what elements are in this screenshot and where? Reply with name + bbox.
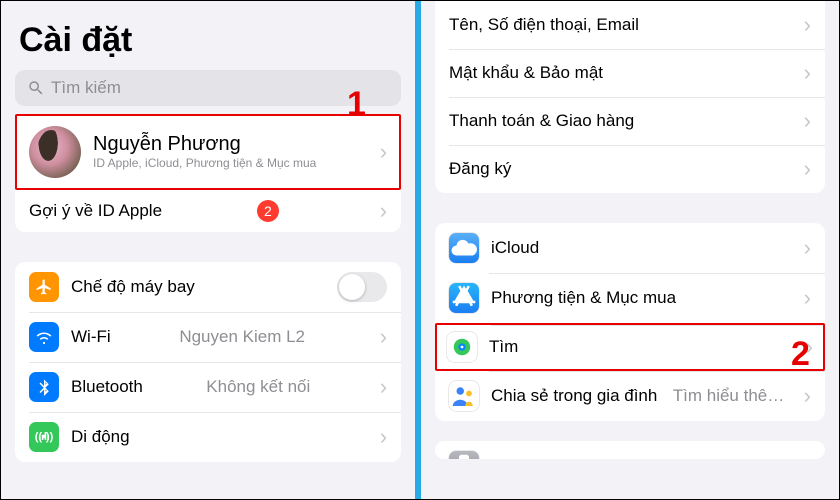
bluetooth-value: Không kết nối [206, 377, 310, 397]
profile-row[interactable]: Nguyễn Phương ID Apple, iCloud, Phương t… [15, 114, 401, 190]
password-security-row[interactable]: Mật khẩu & Bảo mật › [435, 49, 825, 97]
chevron-right-icon: › [804, 14, 811, 36]
chevron-right-icon: › [380, 141, 387, 163]
notification-badge: 2 [257, 200, 279, 222]
wifi-icon [29, 322, 59, 352]
page-title: Cài đặt [19, 21, 401, 60]
search-icon [27, 79, 45, 97]
chevron-right-icon: › [804, 385, 811, 407]
services-group: iCloud › Phương tiện & Mục mua › Tìm › [435, 223, 825, 421]
search-input[interactable]: Tìm kiếm [15, 70, 401, 106]
subscriptions-row[interactable]: Đăng ký › [435, 145, 825, 193]
payment-shipping-row[interactable]: Thanh toán & Giao hàng › [435, 97, 825, 145]
device-icon [449, 451, 479, 459]
family-sharing-row[interactable]: Chia sẻ trong gia đình Tìm hiểu thê… › [435, 371, 825, 421]
cellular-label: Di động [71, 427, 130, 447]
apple-id-label: Gợi ý về ID Apple [29, 201, 162, 221]
wifi-row[interactable]: Wi-Fi Nguyen Kiem L2 › [15, 312, 401, 362]
avatar [29, 126, 81, 178]
bluetooth-label: Bluetooth [71, 377, 143, 397]
cellular-icon: ((•)) [29, 422, 59, 452]
chevron-right-icon: › [804, 158, 811, 180]
bluetooth-row[interactable]: Bluetooth Không kết nối › [15, 362, 401, 412]
wifi-label: Wi-Fi [71, 327, 111, 347]
find-my-row[interactable]: Tìm › [435, 323, 825, 371]
airplane-toggle[interactable] [337, 272, 387, 302]
chevron-right-icon: › [804, 287, 811, 309]
chevron-right-icon: › [804, 62, 811, 84]
family-value: Tìm hiểu thê… [673, 386, 785, 406]
settings-group-connectivity: Chế độ máy bay Wi-Fi Nguyen Kiem L2 › Bl… [15, 262, 401, 462]
annotation-step-2: 2 [791, 335, 810, 374]
icloud-row[interactable]: iCloud › [435, 223, 825, 273]
find-my-icon [447, 332, 477, 362]
settings-right-panel: Tên, Số điện thoại, Email › Mật khẩu & B… [421, 1, 839, 499]
icloud-icon [449, 233, 479, 263]
chevron-right-icon: › [380, 376, 387, 398]
search-placeholder: Tìm kiếm [51, 78, 121, 98]
profile-name: Nguyễn Phương [93, 133, 316, 156]
chevron-right-icon: › [380, 426, 387, 448]
airplane-label: Chế độ máy bay [71, 277, 195, 297]
apple-id-suggestions-row[interactable]: Gợi ý về ID Apple 2 › [15, 189, 401, 232]
chevron-right-icon: › [804, 110, 811, 132]
wifi-value: Nguyen Kiem L2 [179, 327, 305, 347]
name-phone-email-row[interactable]: Tên, Số điện thoại, Email › [435, 1, 825, 49]
app-store-icon [449, 283, 479, 313]
profile-subtitle: ID Apple, iCloud, Phương tiện & Mục mua [93, 156, 316, 172]
airplane-mode-row[interactable]: Chế độ máy bay [15, 262, 401, 312]
cellular-row[interactable]: ((•)) Di động › [15, 412, 401, 462]
chevron-right-icon: › [380, 326, 387, 348]
family-sharing-icon [449, 381, 479, 411]
chevron-right-icon: › [380, 200, 387, 222]
media-purchases-row[interactable]: Phương tiện & Mục mua › [435, 273, 825, 323]
chevron-right-icon: › [804, 237, 811, 259]
annotation-step-1: 1 [347, 85, 366, 124]
chevron-right-icon: › [804, 455, 811, 459]
airplane-icon [29, 272, 59, 302]
settings-left-panel: Cài đặt Tìm kiếm 1 Nguyễn Phương ID Appl… [1, 1, 415, 499]
account-group: Tên, Số điện thoại, Email › Mật khẩu & B… [435, 1, 825, 193]
devices-group: Phươnggg › [435, 441, 825, 459]
device-row[interactable]: Phươnggg › [435, 441, 825, 459]
bluetooth-icon [29, 372, 59, 402]
